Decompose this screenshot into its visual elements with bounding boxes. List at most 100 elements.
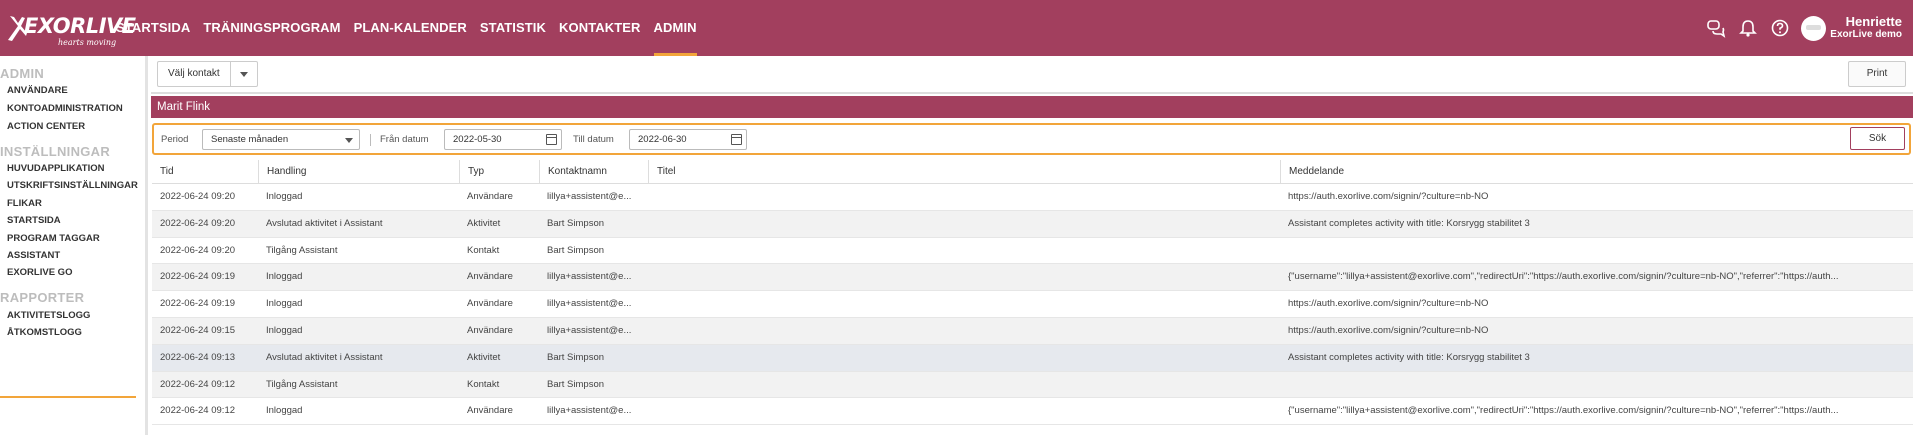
cell-meddelande <box>1280 238 1913 264</box>
nav-kontakter[interactable]: KONTAKTER <box>559 0 641 56</box>
print-button[interactable]: Print <box>1848 61 1906 87</box>
cell-tid: 2022-06-24 09:20 <box>160 217 236 229</box>
cell-titel <box>648 345 1280 371</box>
exorlive-logo[interactable]: EXORLIVE hearts moving <box>6 10 136 47</box>
nav-startsida[interactable]: STARTSIDA <box>116 0 190 56</box>
period-select[interactable]: Senaste månaden <box>202 129 360 150</box>
column-header-kontaktnamn[interactable]: Kontaktnamn <box>539 160 648 184</box>
cell-tid: 2022-06-24 09:19 <box>160 271 236 283</box>
user-org: ExorLive demo <box>1830 29 1902 40</box>
column-header-typ[interactable]: Typ <box>459 160 539 184</box>
cell-titel <box>648 184 1280 210</box>
cell-tid: 2022-06-24 09:19 <box>160 298 236 310</box>
sidebar-item-huvudapplikation[interactable]: HUVUDAPPLIKATION <box>7 163 104 174</box>
sidebar-item-kontoadministration[interactable]: KONTOADMINISTRATION <box>7 103 123 114</box>
table-header: Tid Handling Typ Kontaktnamn Titel Medde… <box>152 160 1913 184</box>
main-nav: STARTSIDA TRÄNINGSPROGRAM PLAN-KALENDER … <box>116 0 710 56</box>
cell-tid: 2022-06-24 09:15 <box>160 324 236 336</box>
sidebar-item-startsida[interactable]: STARTSIDA <box>7 215 61 226</box>
cell-typ: Användare <box>467 271 513 283</box>
cell-handling: Inloggad <box>266 405 303 417</box>
cell-tid: 2022-06-24 09:12 <box>160 378 236 390</box>
nav-statistik[interactable]: STATISTIK <box>480 0 546 56</box>
sidebar-item-aktivitetslogg[interactable]: AKTIVITETSLOGG <box>7 310 90 321</box>
sidebar-heading-admin: ADMIN <box>0 66 45 81</box>
cell-titel <box>648 372 1280 398</box>
nav-plan-kalender[interactable]: PLAN-KALENDER <box>354 0 467 56</box>
calendar-icon[interactable] <box>731 134 742 145</box>
cell-typ: Användare <box>467 298 513 310</box>
contact-title-bar: Marit Flink <box>151 96 1913 118</box>
cell-titel <box>648 291 1280 317</box>
cell-meddelande: Assistant completes activity with title:… <box>1288 351 1530 363</box>
table-body: 2022-06-24 09:20 Inloggad Användare lillya+… <box>152 184 1913 426</box>
cell-handling: Inloggad <box>266 324 303 336</box>
table-row[interactable]: 2022-06-24 09:12 Inloggad Användare lillya+… <box>152 398 1913 426</box>
table-row[interactable]: 2022-06-24 09:20 Tilgång Assistant Kontakt… <box>152 238 1913 265</box>
sidebar-item-utskriftsinstallningar[interactable]: UTSKRIFTSINSTÄLLNINGAR <box>7 180 138 191</box>
search-button[interactable]: Sök <box>1850 127 1905 150</box>
cell-kontaktnamn: Bart Simpson <box>547 351 605 363</box>
top-navigation-bar: EXORLIVE hearts moving STARTSIDA TRÄNING… <box>0 0 1913 56</box>
cell-titel <box>648 398 1280 424</box>
sidebar-item-atkomstlogg[interactable]: ÅTKOMSTLOGG <box>7 327 82 338</box>
column-header-meddelande[interactable]: Meddelande <box>1280 160 1913 184</box>
cell-handling: Avslutad aktivitet i Assistant <box>266 351 383 363</box>
cell-typ: Kontakt <box>467 378 500 390</box>
to-date-value: 2022-06-30 <box>638 134 687 145</box>
table-row[interactable]: 2022-06-24 09:15 Inloggad Användare lillya+… <box>152 317 1913 345</box>
toolbar-divider <box>151 92 1913 94</box>
filter-separator <box>370 134 371 146</box>
sidebar-item-action-center[interactable]: ACTION CENTER <box>7 121 85 132</box>
to-date-input[interactable]: 2022-06-30 <box>629 129 747 150</box>
cell-titel <box>648 318 1280 344</box>
table-row[interactable]: 2022-06-24 09:20 Avslutad aktivitet i Ass… <box>152 210 1913 238</box>
cell-tid: 2022-06-24 09:12 <box>160 405 236 417</box>
select-contact-button[interactable]: Välj kontakt <box>157 61 258 87</box>
cell-meddelande: Assistant completes activity with title:… <box>1288 217 1530 229</box>
cell-tid: 2022-06-24 09:13 <box>160 351 236 363</box>
table-row[interactable]: 2022-06-24 09:13 Avslutad aktivitet i Ass… <box>152 344 1913 372</box>
cell-meddelande: https://auth.exorlive.com/signin/?cultur… <box>1288 191 1489 202</box>
cell-typ: Kontakt <box>467 244 500 256</box>
cell-typ: Användare <box>467 191 513 202</box>
nav-admin[interactable]: ADMIN <box>653 0 697 56</box>
chat-icon[interactable] <box>1706 18 1726 38</box>
cell-handling: Tilgång Assistant <box>266 378 338 390</box>
user-name: Henriette <box>1845 14 1902 29</box>
help-icon[interactable] <box>1770 18 1790 38</box>
cell-meddelande: {"username":"lillya+assistent@exorlive.c… <box>1288 405 1839 417</box>
nav-traningsprogram[interactable]: TRÄNINGSPROGRAM <box>203 0 340 56</box>
column-header-handling[interactable]: Handling <box>258 160 459 184</box>
bell-icon[interactable] <box>1738 18 1758 38</box>
cell-handling: Inloggad <box>266 271 303 283</box>
calendar-icon[interactable] <box>546 134 557 145</box>
avatar[interactable] <box>1801 16 1826 41</box>
cell-tid: 2022-06-24 09:20 <box>160 191 236 202</box>
sidebar-item-assistant[interactable]: ASSISTANT <box>7 250 60 261</box>
cell-kontaktnamn: Bart Simpson <box>547 378 605 390</box>
from-date-label: Från datum <box>380 134 429 145</box>
cell-typ: Aktivitet <box>467 351 501 363</box>
cell-titel <box>648 264 1280 290</box>
sidebar-item-flikar[interactable]: FLIKAR <box>7 198 42 209</box>
user-info[interactable]: Henriette ExorLive demo <box>1830 14 1902 41</box>
chevron-down-icon[interactable] <box>231 62 257 86</box>
cell-kontaktnamn: lillya+assistent@e... <box>547 271 632 283</box>
from-date-input[interactable]: 2022-05-30 <box>444 129 562 150</box>
sidebar-item-anvandare[interactable]: ANVÄNDARE <box>7 85 68 96</box>
cell-titel <box>648 238 1280 264</box>
column-header-tid[interactable]: Tid <box>152 160 258 184</box>
table-row[interactable]: 2022-06-24 09:19 Inloggad Användare lillya+… <box>152 291 1913 318</box>
sidebar-item-program-taggar[interactable]: PROGRAM TAGGAR <box>7 233 100 244</box>
period-label: Period <box>161 134 189 145</box>
to-date-label: Till datum <box>573 134 614 145</box>
sidebar-active-indicator <box>0 396 136 398</box>
table-row[interactable]: 2022-06-24 09:12 Tilgång Assistant Kontakt… <box>152 371 1913 399</box>
sidebar-item-exorlive-go[interactable]: EXORLIVE GO <box>7 267 72 278</box>
from-date-value: 2022-05-30 <box>453 134 502 145</box>
table-row[interactable]: 2022-06-24 09:20 Inloggad Användare lillya+… <box>152 184 1913 211</box>
column-header-titel[interactable]: Titel <box>648 160 1280 184</box>
filter-bar: Period Senaste månaden Från datum 2022-0… <box>152 123 1911 155</box>
table-row[interactable]: 2022-06-24 09:19 Inloggad Användare lillya+… <box>152 264 1913 292</box>
